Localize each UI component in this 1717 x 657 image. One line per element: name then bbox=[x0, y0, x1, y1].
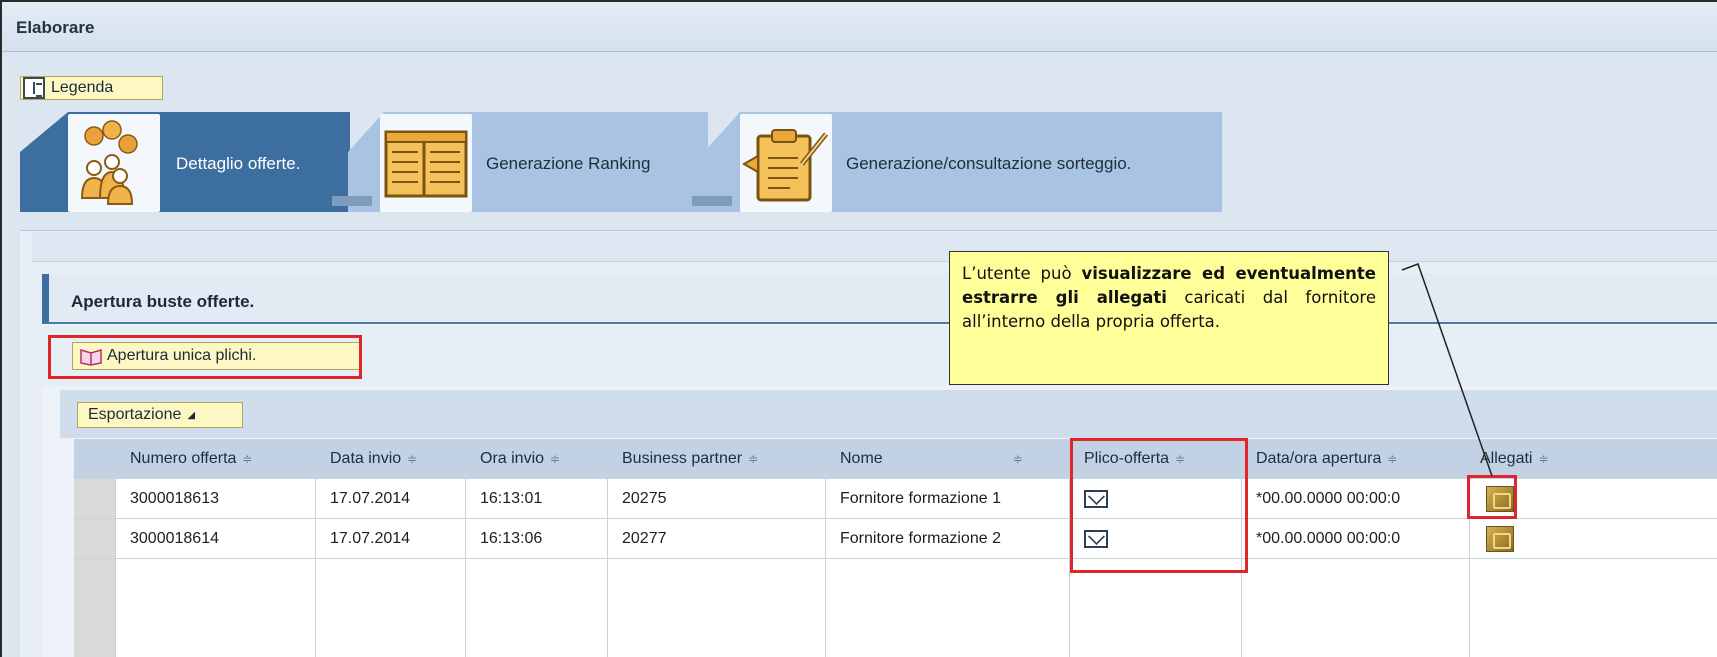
clipboard-pen-icon bbox=[740, 114, 832, 212]
table-row[interactable]: 3000018613 17.07.2014 16:13:01 20275 For… bbox=[74, 479, 1717, 519]
column-header[interactable]: Data/ora apertura ≑ bbox=[1242, 439, 1470, 478]
legend-button[interactable]: Legenda bbox=[20, 76, 163, 100]
legend-icon bbox=[23, 77, 45, 99]
sort-icon: ≑ bbox=[1175, 451, 1186, 466]
section-title-bar: Apertura buste offerte. bbox=[42, 274, 1717, 324]
title-bar: Elaborare bbox=[2, 2, 1717, 52]
export-menu-button[interactable]: Esportazione ◢ bbox=[77, 402, 243, 428]
tab-label-dettaglio: Dettaglio offerte. bbox=[176, 154, 301, 173]
cell-apertura: *00.00.0000 00:00:0 bbox=[1242, 519, 1470, 558]
cell-allegati bbox=[1470, 479, 1717, 518]
cell-numero: 3000018613 bbox=[116, 479, 316, 518]
empty-cell bbox=[826, 559, 1070, 657]
export-label: Esportazione bbox=[88, 406, 182, 423]
column-header[interactable]: Nome ≑ bbox=[826, 439, 1070, 478]
callout-note: L’utente può visualizzare ed eventualmen… bbox=[949, 251, 1389, 385]
row-selector[interactable] bbox=[74, 559, 116, 657]
cell-plico bbox=[1070, 519, 1242, 558]
column-header[interactable]: Plico-offerta ≑ bbox=[1070, 439, 1242, 478]
cell-bp: 20275 bbox=[608, 479, 826, 518]
row-selector[interactable] bbox=[74, 519, 116, 558]
table-row[interactable]: 3000018614 17.07.2014 16:13:06 20277 For… bbox=[74, 519, 1717, 559]
sort-icon: ≑ bbox=[242, 451, 253, 466]
open-envelopes-button[interactable]: Apertura unica plichi. bbox=[72, 342, 360, 370]
sort-icon: ≑ bbox=[748, 451, 759, 466]
cell-ora: 16:13:01 bbox=[466, 479, 608, 518]
window-title: Elaborare bbox=[16, 18, 95, 37]
tab-label-ranking: Generazione Ranking bbox=[486, 154, 651, 173]
cell-ora: 16:13:06 bbox=[466, 519, 608, 558]
offers-table: Numero offerta ≑ Data invio ≑ Ora invio ≑ B… bbox=[74, 439, 1717, 657]
coins-people-icon bbox=[68, 114, 160, 212]
empty-cell bbox=[466, 559, 608, 657]
sort-icon: ≑ bbox=[1538, 451, 1549, 466]
callout-text-1: L’utente può bbox=[962, 264, 1082, 283]
open-envelopes-label: Apertura unica plichi. bbox=[107, 347, 257, 364]
cell-data: 17.07.2014 bbox=[316, 519, 466, 558]
column-header[interactable]: Data invio ≑ bbox=[316, 439, 466, 478]
empty-cell bbox=[608, 559, 826, 657]
envelope-icon[interactable] bbox=[1084, 529, 1108, 548]
open-book-icon bbox=[79, 346, 103, 366]
legend-label: Legenda bbox=[51, 79, 114, 96]
column-header[interactable]: Ora invio ≑ bbox=[466, 439, 608, 478]
cell-bp: 20277 bbox=[608, 519, 826, 558]
cell-numero: 3000018614 bbox=[116, 519, 316, 558]
sub-toolbar bbox=[32, 232, 1717, 262]
empty-cell bbox=[1470, 559, 1717, 657]
sort-icon: ≑ bbox=[1012, 451, 1023, 466]
empty-cell bbox=[1242, 559, 1470, 657]
sap-window: Elaborare Legenda Dettaglio offerte. Gen… bbox=[0, 0, 1717, 657]
row-selector[interactable] bbox=[74, 479, 116, 518]
tab-label-sorteggio: Generazione/consultazione sorteggio. bbox=[846, 154, 1132, 173]
attachment-icon[interactable] bbox=[1486, 525, 1514, 552]
sort-icon: ≑ bbox=[407, 451, 418, 466]
table-empty-row bbox=[74, 559, 1717, 657]
export-bar bbox=[60, 390, 1717, 438]
table-header-row: Numero offerta ≑ Data invio ≑ Ora invio ≑ B… bbox=[74, 439, 1717, 479]
cell-data: 17.07.2014 bbox=[316, 479, 466, 518]
select-all-cell[interactable] bbox=[74, 439, 116, 478]
column-header[interactable]: Numero offerta ≑ bbox=[116, 439, 316, 478]
envelope-icon[interactable] bbox=[1084, 489, 1108, 508]
attachment-icon[interactable] bbox=[1486, 485, 1514, 512]
tab-divider bbox=[692, 196, 732, 206]
empty-cell bbox=[1070, 559, 1242, 657]
caret-up-icon: ◢ bbox=[187, 409, 196, 421]
section-title: Apertura buste offerte. bbox=[71, 292, 255, 311]
cell-nome: Fornitore formazione 2 bbox=[826, 519, 1070, 558]
ranking-table-icon bbox=[380, 114, 472, 212]
column-header[interactable]: Business partner ≑ bbox=[608, 439, 826, 478]
sort-icon: ≑ bbox=[1387, 451, 1398, 466]
cell-allegati bbox=[1470, 519, 1717, 558]
cell-plico bbox=[1070, 479, 1242, 518]
tab-divider bbox=[332, 196, 372, 206]
column-header[interactable]: Allegati ≑ bbox=[1470, 439, 1717, 478]
empty-cell bbox=[316, 559, 466, 657]
cell-nome: Fornitore formazione 1 bbox=[826, 479, 1070, 518]
sort-icon: ≑ bbox=[550, 451, 561, 466]
cell-apertura: *00.00.0000 00:00:0 bbox=[1242, 479, 1470, 518]
empty-cell bbox=[116, 559, 316, 657]
